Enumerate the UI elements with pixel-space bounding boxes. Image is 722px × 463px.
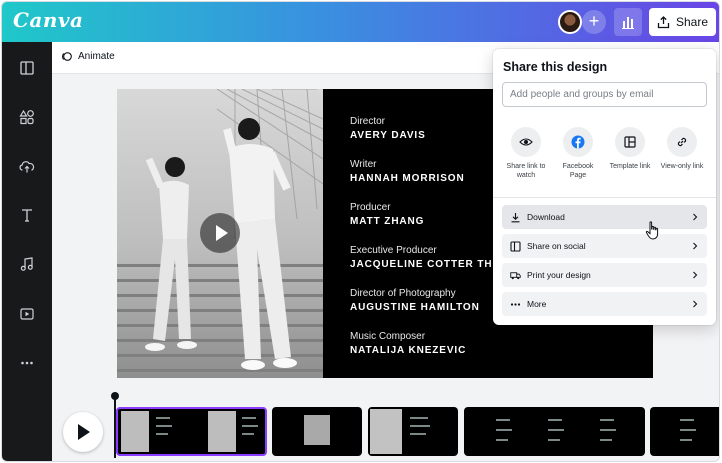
- animate-icon: [62, 52, 72, 61]
- timeline-clip[interactable]: [464, 407, 645, 456]
- canva-logo[interactable]: Canva: [13, 8, 84, 32]
- share-option-label: View-only link: [660, 163, 704, 170]
- credit-name: MATT ZHANG: [350, 216, 425, 227]
- play-icon: [216, 225, 228, 241]
- credit-name: JACQUELINE COTTER THOM: [350, 259, 511, 270]
- credit-name: AUGUSTINE HAMILTON: [350, 302, 480, 313]
- hand-cursor-icon: [645, 221, 659, 240]
- video-play-button[interactable]: [200, 213, 240, 253]
- panel-divider: [493, 197, 716, 198]
- credits-list: Director AVERY DAVIS Writer HANNAH MORRI…: [350, 115, 510, 373]
- layout-icon[interactable]: [17, 58, 37, 78]
- insights-button[interactable]: [614, 8, 642, 36]
- credit-item: Executive Producer JACQUELINE COTTER THO…: [350, 244, 510, 272]
- music-icon[interactable]: [17, 254, 37, 274]
- timeline-clip[interactable]: [650, 407, 719, 456]
- timeline-clip[interactable]: [272, 407, 362, 456]
- animate-label: Animate: [78, 51, 115, 62]
- canva-editor: Canva + Share Animate Director AVERY DAV…: [1, 1, 720, 462]
- credit-role: Director of Photography: [350, 288, 456, 299]
- timeline-play-button[interactable]: [63, 412, 103, 452]
- bar-chart-icon: [622, 17, 634, 29]
- video-icon[interactable]: [17, 304, 37, 324]
- action-label: More: [527, 299, 547, 309]
- truck-icon: [510, 270, 521, 281]
- credit-name: AVERY DAVIS: [350, 130, 426, 141]
- facebook-icon: [563, 127, 593, 157]
- chevron-right-icon: [693, 300, 698, 308]
- play-icon: [78, 424, 90, 440]
- download-icon: [510, 212, 521, 223]
- more-row[interactable]: More: [502, 292, 707, 316]
- action-label: Share on social: [527, 241, 586, 251]
- share-option-view-only-link[interactable]: View-only link: [658, 127, 706, 171]
- share-option-label: Template link: [609, 163, 651, 170]
- left-sidebar: [2, 42, 52, 461]
- social-icon: [510, 240, 521, 252]
- eye-icon: [511, 127, 541, 157]
- template-icon: [615, 127, 645, 157]
- credit-role: Director: [350, 116, 386, 127]
- share-button[interactable]: Share: [649, 8, 716, 36]
- add-people-input[interactable]: [502, 82, 707, 107]
- credit-item: Producer MATT ZHANG: [350, 201, 510, 229]
- share-option-facebook[interactable]: Facebook Page: [554, 127, 602, 180]
- more-dots-icon: [510, 299, 521, 310]
- text-icon[interactable]: [17, 205, 37, 225]
- share-option-label: Facebook Page: [562, 163, 594, 179]
- elements-icon[interactable]: [17, 107, 37, 127]
- credit-item: Director AVERY DAVIS: [350, 115, 510, 143]
- add-collaborator-button[interactable]: +: [582, 10, 606, 34]
- chevron-right-icon: [693, 242, 698, 250]
- download-row[interactable]: Download: [502, 205, 707, 229]
- animate-button[interactable]: Animate: [61, 51, 115, 62]
- share-upload-icon: [657, 15, 670, 28]
- credit-role: Executive Producer: [350, 245, 437, 256]
- chevron-right-icon: [693, 271, 698, 279]
- share-option-watch-link[interactable]: Share link to watch: [502, 127, 550, 180]
- action-label: Print your design: [527, 270, 591, 280]
- link-icon: [667, 127, 697, 157]
- user-avatar[interactable]: [558, 10, 582, 34]
- top-bar: Canva + Share: [2, 2, 719, 42]
- share-panel-title: Share this design: [503, 60, 608, 74]
- credit-name: NATALIJA KNEZEVIC: [350, 345, 467, 356]
- action-label: Download: [527, 212, 565, 222]
- share-option-template-link[interactable]: Template link: [606, 127, 654, 171]
- timeline-clip[interactable]: [368, 407, 458, 456]
- credit-role: Producer: [350, 202, 391, 213]
- credit-item: Writer HANNAH MORRISON: [350, 158, 510, 186]
- credit-name: HANNAH MORRISON: [350, 173, 465, 184]
- share-option-label: Share link to watch: [506, 163, 546, 179]
- share-on-social-row[interactable]: Share on social: [502, 234, 707, 258]
- dancers-photo: [117, 89, 323, 378]
- timeline-clip-selected[interactable]: [116, 407, 267, 456]
- share-button-label: Share: [675, 15, 709, 29]
- share-panel: Share this design Share link to watch Fa…: [493, 49, 716, 325]
- credit-item: Music Composer NATALIJA KNEZEVIC: [350, 330, 510, 358]
- upload-cloud-icon[interactable]: [17, 156, 37, 176]
- credit-item: Director of Photography AUGUSTINE HAMILT…: [350, 287, 510, 315]
- timeline: [52, 388, 719, 461]
- chevron-right-icon: [693, 213, 698, 221]
- print-design-row[interactable]: Print your design: [502, 263, 707, 287]
- credit-role: Writer: [350, 159, 377, 170]
- credit-role: Music Composer: [350, 331, 426, 342]
- more-icon[interactable]: [17, 353, 37, 373]
